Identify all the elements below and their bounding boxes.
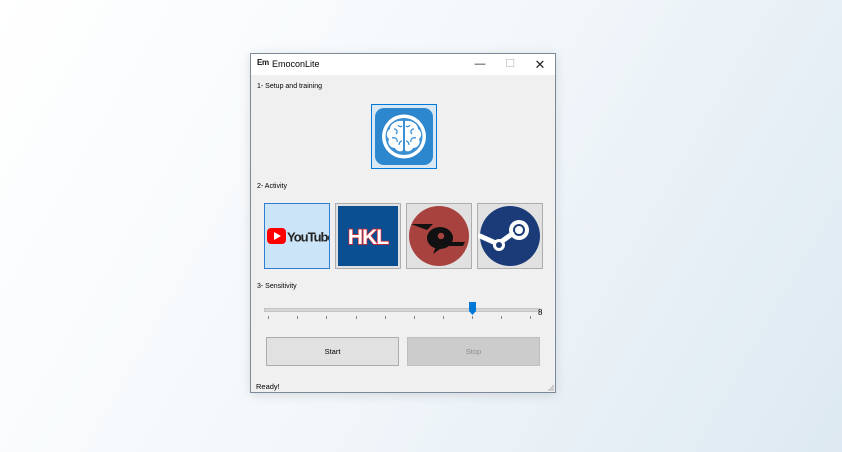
slider-tick bbox=[472, 316, 473, 319]
sensitivity-section-label: 3- Sensitivity bbox=[257, 283, 297, 290]
window-title: EmoconLite bbox=[272, 59, 320, 69]
youtube-logo-text: YouTube bbox=[287, 230, 329, 245]
sensitivity-slider-track[interactable] bbox=[264, 308, 540, 312]
setup-section-label: 1- Setup and training bbox=[257, 83, 322, 90]
activity-game-button[interactable] bbox=[406, 203, 472, 269]
slider-tick bbox=[326, 316, 327, 319]
slider-tick bbox=[501, 316, 502, 319]
steam-icon bbox=[478, 206, 540, 266]
slider-tick bbox=[414, 316, 415, 319]
start-button[interactable]: Start bbox=[266, 337, 399, 366]
close-button[interactable]: ✕ bbox=[525, 54, 555, 75]
stop-button[interactable]: Stop bbox=[407, 337, 540, 366]
slider-tick bbox=[385, 316, 386, 319]
youtube-logo-icon: YouTube bbox=[267, 228, 329, 245]
slider-tick bbox=[268, 316, 269, 319]
hkl-logo-text: HKL bbox=[348, 226, 389, 249]
slider-tick bbox=[356, 316, 357, 319]
title-bar[interactable]: Em EmoconLite — ☐ ✕ bbox=[251, 54, 555, 75]
hkl-logo-icon: HKL bbox=[338, 206, 398, 266]
activity-steam-button[interactable] bbox=[477, 203, 543, 269]
app-window: Em EmoconLite — ☐ ✕ 1- Setup and trainin… bbox=[250, 53, 556, 393]
brain-icon bbox=[375, 108, 433, 165]
sensitivity-value: 8 bbox=[538, 308, 543, 317]
minimize-button[interactable]: — bbox=[465, 54, 495, 75]
app-icon: Em bbox=[257, 58, 269, 67]
maximize-button[interactable]: ☐ bbox=[495, 54, 525, 75]
activity-section-label: 2- Activity bbox=[257, 183, 287, 190]
sensitivity-slider-thumb[interactable] bbox=[469, 302, 476, 315]
helmet-icon bbox=[409, 206, 469, 266]
slider-tick bbox=[530, 316, 531, 319]
slider-tick bbox=[297, 316, 298, 319]
activity-youtube-button[interactable]: YouTube bbox=[264, 203, 330, 269]
slider-tick bbox=[443, 316, 444, 319]
resize-grip-icon[interactable] bbox=[546, 383, 554, 391]
setup-training-button[interactable] bbox=[371, 104, 437, 169]
activity-hkl-button[interactable]: HKL bbox=[335, 203, 401, 269]
status-text: Ready! bbox=[256, 382, 280, 391]
